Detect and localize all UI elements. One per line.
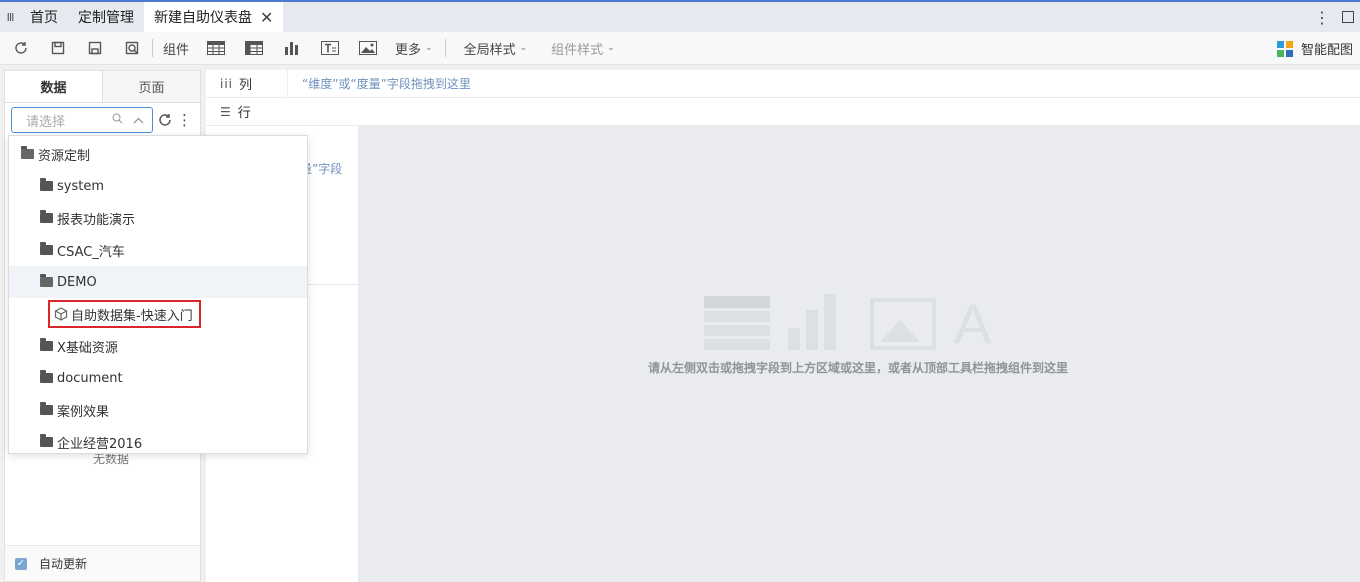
tree-folder-x-base[interactable]: X基础资源: [9, 330, 307, 362]
close-icon[interactable]: ✕: [260, 8, 273, 27]
smart-layout-button[interactable]: 智能配图: [1276, 32, 1353, 65]
global-style-dropdown[interactable]: 全局样式 ⌄: [464, 39, 528, 58]
dataset-select-row: 请选择 ⋮: [11, 107, 192, 133]
menu-handle-icon[interactable]: III: [0, 2, 20, 32]
smart-layout-icon: [1276, 40, 1293, 57]
save-icon[interactable]: [47, 37, 69, 59]
dataset-select[interactable]: 请选择: [11, 107, 153, 133]
tree-folder-enterprise-2016[interactable]: 企业经营2016: [9, 426, 307, 453]
tree-item-label: 企业经营2016: [57, 436, 143, 452]
refresh-icon[interactable]: [10, 37, 32, 59]
tree-folder-document[interactable]: document: [9, 362, 307, 394]
placeholder-bar-chart-icon: [782, 292, 850, 350]
tree-folder-case-effect[interactable]: 案例效果: [9, 394, 307, 426]
auto-update-row: ✓ 自动更新: [5, 545, 200, 581]
tab-home[interactable]: 首页: [20, 2, 68, 32]
columns-hint: “维度”或“度量”字段拖拽到这里: [302, 77, 471, 91]
tree-item-label: 案例效果: [57, 404, 110, 420]
placeholder-text-icon: A: [954, 292, 992, 355]
folder-icon: [40, 210, 53, 223]
canvas-hint: 请从左侧双击或拖拽字段到上方区域或这里，或者从顶部工具栏拖拽组件到这里: [648, 361, 1069, 375]
dataset-cube-icon: [54, 307, 68, 321]
tree-item-label: document: [57, 370, 123, 386]
dataset-select-placeholder: 请选择: [26, 114, 66, 130]
chevron-up-icon: [133, 114, 144, 127]
dataset-dropdown: 资源定制 system 报表功能演示 CSAC_汽车 DEMO 自助数据集-快速…: [8, 135, 308, 454]
chevron-down-icon: ⌄: [519, 43, 528, 53]
columns-icon: iii: [220, 76, 234, 91]
tree-folder-resource-custom[interactable]: 资源定制: [9, 138, 307, 170]
folder-open-icon: [21, 146, 34, 159]
folder-icon: [40, 402, 53, 415]
folder-icon: [40, 242, 53, 255]
tab-custom-management[interactable]: 定制管理: [68, 2, 144, 32]
more-dropdown[interactable]: 更多 ⌄: [395, 39, 433, 58]
columns-label: 列: [239, 78, 253, 93]
tab-data[interactable]: 数据: [5, 71, 103, 102]
tab-custom-management-label: 定制管理: [78, 10, 134, 26]
table-icon[interactable]: [205, 39, 227, 57]
tree-item-label: 资源定制: [38, 148, 91, 164]
global-style-label: 全局样式: [463, 42, 516, 58]
tree-folder-system[interactable]: system: [9, 170, 307, 202]
tree-item-label: 报表功能演示: [57, 212, 136, 228]
more-vertical-icon[interactable]: ⋮: [1314, 8, 1330, 27]
tab-home-label: 首页: [30, 10, 58, 26]
tree-item-label: X基础资源: [57, 340, 118, 356]
search-icon: [112, 113, 123, 127]
smart-layout-label: 智能配图: [1300, 43, 1353, 58]
window-tools: ⋮: [1314, 2, 1354, 32]
folder-icon: [40, 434, 53, 447]
refresh-icon[interactable]: [157, 112, 173, 128]
folder-icon: [40, 338, 53, 351]
folder-open-icon: [40, 274, 53, 287]
folder-icon: [40, 178, 53, 191]
component-label: 组件: [163, 42, 190, 58]
tab-new-dashboard[interactable]: 新建自助仪表盘 ✕: [144, 2, 284, 32]
tree-folder-report-demo[interactable]: 报表功能演示: [9, 202, 307, 234]
rows-drop-zone[interactable]: ☰ 行: [206, 98, 1360, 126]
tree-item-label: CSAC_汽车: [57, 244, 125, 260]
component-style-dropdown[interactable]: 组件样式 ⌄: [551, 39, 615, 58]
text-icon[interactable]: [319, 39, 341, 57]
left-panel-tabs: 数据 页面: [5, 71, 200, 103]
more-label: 更多: [395, 42, 422, 58]
folder-icon: [40, 370, 53, 383]
fields-area: iii 列 “维度”或“度量”字段拖拽到这里 ☰ 行: [206, 70, 1360, 126]
auto-update-label: 自动更新: [39, 557, 88, 571]
chevron-down-icon: ⌄: [607, 43, 615, 53]
placeholder-graphics: A: [704, 292, 992, 355]
tree-dataset-quickstart[interactable]: 自助数据集-快速入门: [9, 298, 307, 330]
rows-label: 行: [237, 106, 251, 121]
bar-chart-icon[interactable]: [281, 39, 303, 57]
highlighted-dataset[interactable]: 自助数据集-快速入门: [48, 300, 201, 328]
tab-new-dashboard-label: 新建自助仪表盘: [154, 10, 252, 26]
tree-item-label: DEMO: [57, 274, 97, 290]
preview-icon[interactable]: [121, 37, 143, 59]
columns-label-cell: iii 列: [206, 70, 288, 97]
tab-bar: III 首页 定制管理 新建自助仪表盘 ✕ ⋮: [0, 0, 1360, 32]
tree-item-label: system: [57, 178, 104, 194]
tree-item-label: 自助数据集-快速入门: [71, 308, 193, 324]
auto-update-checkbox[interactable]: ✓: [15, 557, 27, 570]
image-icon[interactable]: [357, 39, 379, 57]
placeholder-table-icon: [704, 296, 770, 350]
columns-drop-zone[interactable]: iii 列 “维度”或“度量”字段拖拽到这里: [206, 70, 1360, 98]
toolbar: 组件 更多 ⌄ 全局样式 ⌄ 组件样式 ⌄ 智能配图: [0, 32, 1360, 65]
crosstab-icon[interactable]: [243, 39, 265, 57]
rows-icon: ☰: [220, 104, 232, 119]
tree-folder-csac[interactable]: CSAC_汽车: [9, 234, 307, 266]
toolbar-separator: [152, 39, 153, 57]
toolbar-separator: [444, 39, 446, 57]
tab-page[interactable]: 页面: [103, 71, 200, 102]
chevron-down-icon: ⌄: [425, 43, 433, 53]
tree-folder-demo[interactable]: DEMO: [9, 266, 307, 298]
more-vertical-icon[interactable]: ⋮: [177, 111, 192, 129]
placeholder-image-icon: [870, 298, 936, 350]
component-style-label: 组件样式: [551, 42, 604, 58]
dashboard-canvas[interactable]: A 请从左侧双击或拖拽字段到上方区域或这里，或者从顶部工具栏拖拽组件到这里: [358, 126, 1360, 582]
maximize-icon[interactable]: [1342, 11, 1354, 23]
rows-label-cell: ☰ 行: [206, 98, 288, 125]
save-as-icon[interactable]: [84, 37, 106, 59]
